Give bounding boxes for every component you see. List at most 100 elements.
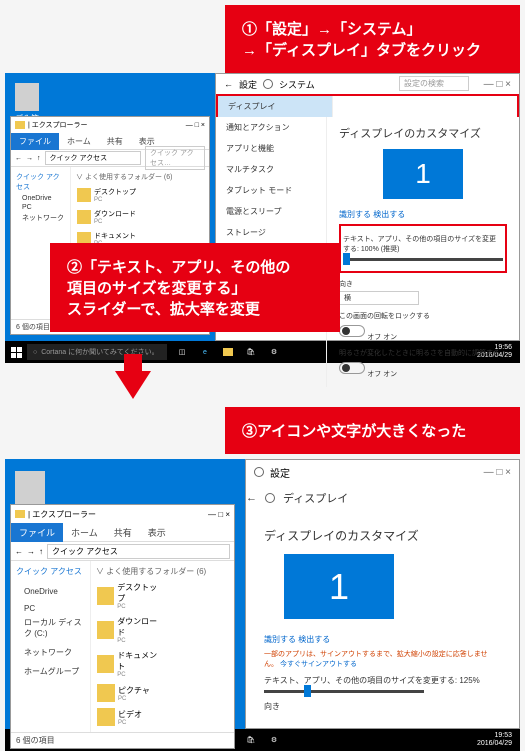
settings-icon[interactable]: ⚙ <box>263 729 285 751</box>
sidebar-item[interactable]: マルチタスク <box>216 159 326 180</box>
start-button[interactable] <box>5 341 27 363</box>
sidebar-item[interactable]: タブレット モード <box>216 180 326 201</box>
folder-group-header[interactable]: ∨ よく使用するフォルダー (6) <box>74 170 206 184</box>
page-heading: ディスプレイのカスタマイズ <box>339 125 507 141</box>
settings-window[interactable]: 設定 — □ × ← ディスプレイ ディスプレイのカスタマイズ 1 識別する 検… <box>245 459 520 729</box>
folder-icon <box>77 188 91 202</box>
scale-label: テキスト、アプリ、その他の項目のサイズを変更する: 125% <box>264 675 501 686</box>
folder-icon <box>97 655 114 673</box>
nav-up-icon[interactable]: ↑ <box>39 547 43 556</box>
windows-icon <box>11 347 22 358</box>
folder-item[interactable]: ビデオPC <box>94 705 166 729</box>
tab-view[interactable]: 表示 <box>140 523 174 542</box>
folder-group-header[interactable]: ∨ よく使用するフォルダー (6) <box>94 564 231 579</box>
lock-toggle[interactable] <box>339 325 365 337</box>
tab-file[interactable]: ファイル <box>11 133 59 150</box>
sidebar-quick-access[interactable]: クイック アクセス <box>14 564 87 579</box>
settings-system-label: システム <box>279 78 315 91</box>
tab-home[interactable]: ホーム <box>59 133 99 150</box>
sidebar-item[interactable]: アプリと機能 <box>216 138 326 159</box>
clock-date[interactable]: 2016/04/29 <box>477 740 512 748</box>
tab-home[interactable]: ホーム <box>63 523 106 542</box>
gear-icon <box>254 467 264 477</box>
sidebar-quick-access[interactable]: クイック アクセス <box>14 170 67 194</box>
arrow-down-icon <box>115 371 151 399</box>
display-links[interactable]: 識別する 検出する <box>339 209 507 220</box>
page-heading: ディスプレイのカスタマイズ <box>264 527 501 544</box>
tab-display[interactable]: ディスプレイ <box>218 96 332 117</box>
settings-display-label: ディスプレイ <box>283 490 348 506</box>
sidebar-item[interactable]: OneDrive <box>14 585 87 598</box>
settings-search-input[interactable]: 設定の検索 <box>399 76 469 91</box>
address-bar[interactable]: クイック アクセス <box>47 544 230 559</box>
screenshot-2: ごみ箱 | エクスプローラー — □ × ファイル ホーム 共有 表示 ← → … <box>5 459 520 751</box>
folder-item[interactable]: ドキュメントPC <box>94 647 166 681</box>
sidebar-item[interactable]: PC <box>14 203 67 212</box>
back-icon[interactable]: ← <box>246 492 257 504</box>
trash-icon <box>15 83 39 111</box>
window-controls[interactable]: — □ × <box>484 79 511 90</box>
warning-text: 一部のアプリは、サインアウトするまで、拡大縮小の設定に応答しません。 今すぐサイ… <box>264 649 501 669</box>
callout-2: ②「テキスト、アプリ、その他の 項目のサイズを変更する」 スライダーで、拡大率を… <box>50 243 340 332</box>
tab-share[interactable]: 共有 <box>106 523 140 542</box>
folder-item[interactable]: デスクトップPC <box>94 579 166 613</box>
folder-item[interactable]: ダウンロードPC <box>94 613 166 647</box>
callout-1: ①「設定」→「システム」 →「ディスプレイ」タブをクリック <box>225 5 520 73</box>
gear-icon <box>265 493 275 503</box>
orientation-select[interactable]: 横 <box>339 291 419 305</box>
signout-link[interactable]: 今すぐサインアウトする <box>280 661 357 668</box>
explorer-title: | エクスプローラー <box>28 120 88 130</box>
sidebar-item[interactable]: PC <box>14 602 87 615</box>
folder-icon <box>15 510 25 518</box>
folder-item[interactable]: ピクチャPC <box>94 681 166 705</box>
sidebar-item[interactable]: ローカル ディスク (C:) <box>14 615 87 641</box>
sidebar-item[interactable]: ストレージ <box>216 222 326 243</box>
folder-icon <box>97 587 114 605</box>
trash-icon <box>15 471 45 505</box>
scale-label: テキスト、アプリ、その他の項目のサイズを変更する: 100% (推奨) <box>343 234 503 254</box>
screenshot-1: ごみ箱 | エクスプローラー — □ × ファイル ホーム 共有 表示 ← → … <box>5 73 520 363</box>
folder-item[interactable]: デスクトップPC <box>74 184 144 206</box>
lock-label: この画面の回転をロックする <box>339 311 507 321</box>
settings-title: 設定 <box>239 78 257 91</box>
gear-icon <box>263 79 273 89</box>
brightness-label: 明るさが変化したときに明るさを自動的に調節する <box>339 348 507 358</box>
display-tile[interactable]: 1 <box>383 149 463 199</box>
sidebar-item[interactable]: 電源とスリープ <box>216 201 326 222</box>
address-bar[interactable]: クイック アクセス <box>45 151 142 165</box>
nav-up-icon[interactable]: ↑ <box>37 155 41 162</box>
tab-file[interactable]: ファイル <box>11 523 63 542</box>
scale-slider[interactable] <box>264 690 424 693</box>
display-links[interactable]: 識別する 検出する <box>264 634 501 645</box>
back-icon[interactable]: ← <box>224 79 233 89</box>
clock-time[interactable]: 19:53 <box>477 732 512 740</box>
sidebar-item[interactable]: ホームグループ <box>14 664 87 679</box>
folder-icon <box>77 210 91 224</box>
sidebar-item[interactable]: 通知とアクション <box>216 117 326 138</box>
sidebar-item[interactable]: ネットワーク <box>14 212 67 224</box>
cortana-search[interactable]: ○ Cortana に何か聞いてみてください。 <box>27 344 167 360</box>
nav-fwd-icon[interactable]: → <box>26 155 33 162</box>
store-icon[interactable]: 🛍 <box>240 729 262 751</box>
folder-icon <box>97 708 115 726</box>
nav-back-icon[interactable]: ← <box>15 547 23 556</box>
display-tile[interactable]: 1 <box>284 554 394 619</box>
edge-icon[interactable]: e <box>194 341 216 363</box>
nav-back-icon[interactable]: ← <box>15 155 22 162</box>
folder-icon <box>15 121 25 129</box>
scale-slider[interactable] <box>343 258 503 261</box>
folder-icon <box>97 621 114 639</box>
sidebar-item[interactable]: ネットワーク <box>14 645 87 660</box>
brightness-toggle[interactable] <box>339 362 365 374</box>
tab-share[interactable]: 共有 <box>99 133 131 150</box>
folder-item[interactable]: ダウンロードPC <box>74 206 144 228</box>
window-controls[interactable]: — □ × <box>208 510 230 519</box>
file-explorer-window[interactable]: | エクスプローラー — □ × ファイル ホーム 共有 表示 ← → ↑ クイ… <box>10 504 235 749</box>
window-controls[interactable]: — □ × <box>484 467 511 478</box>
explorer-title: | エクスプローラー <box>28 509 96 520</box>
orientation-label: 向き <box>339 279 507 289</box>
sidebar-item[interactable]: OneDrive <box>14 194 67 203</box>
task-view-icon[interactable]: ◫ <box>171 341 193 363</box>
nav-fwd-icon[interactable]: → <box>27 547 35 556</box>
window-controls[interactable]: — □ × <box>186 122 205 129</box>
